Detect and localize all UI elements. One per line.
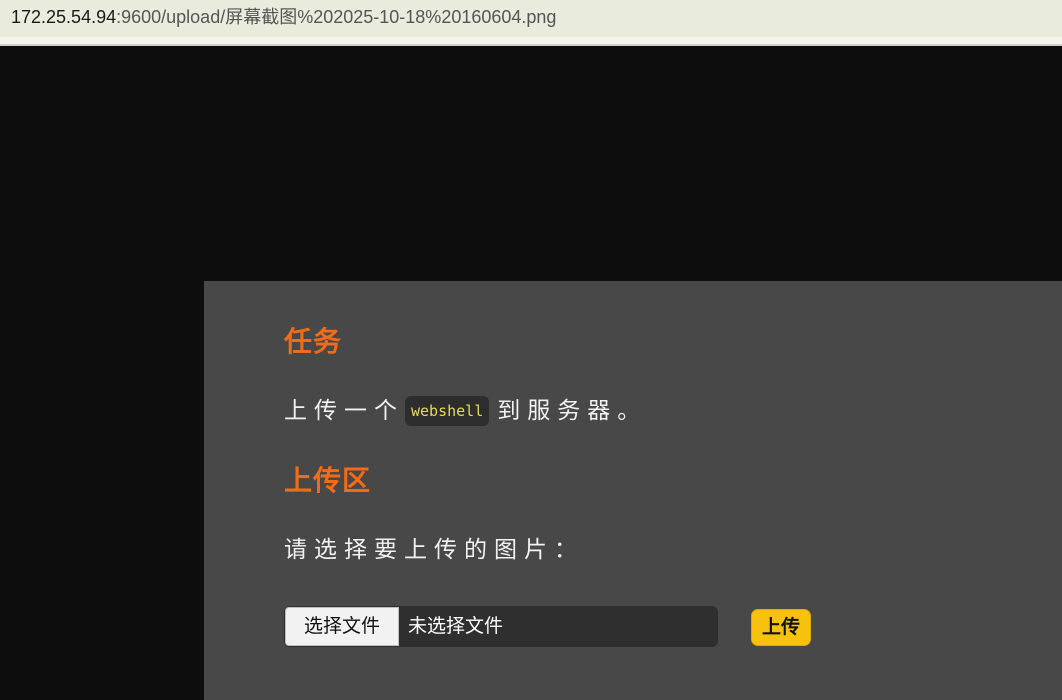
upload-prompt: 请选择要上传的图片： (284, 537, 584, 563)
file-status-text: 未选择文件 (408, 615, 504, 637)
webshell-code: webshell (405, 396, 490, 426)
url-host: 172.25.54.94 (11, 7, 117, 27)
address-bar-divider (0, 44, 1062, 46)
task-text-after: 到服务器。 (497, 398, 648, 424)
file-input[interactable]: 选择文件 未选择文件 (284, 606, 718, 647)
upload-heading: 上传区 (284, 464, 372, 497)
address-bar-strip (0, 37, 1062, 44)
task-text-before: 上传一个 (284, 398, 404, 424)
task-description: 上传一个 webshell 到服务器。 (284, 395, 647, 427)
content-panel: 任务 上传一个 webshell 到服务器。 上传区 请选择要上传的图片： 选择文件… (204, 281, 1062, 700)
url-path: :9600/upload/屏幕截图%202025-10-18%20160604.… (116, 7, 557, 27)
address-bar[interactable]: 172.25.54.94:9600/upload/屏幕截图%202025-10-… (0, 0, 1062, 37)
task-heading: 任务 (284, 325, 343, 358)
upload-button[interactable]: 上传 (751, 609, 811, 646)
choose-file-button[interactable]: 选择文件 (285, 607, 399, 646)
